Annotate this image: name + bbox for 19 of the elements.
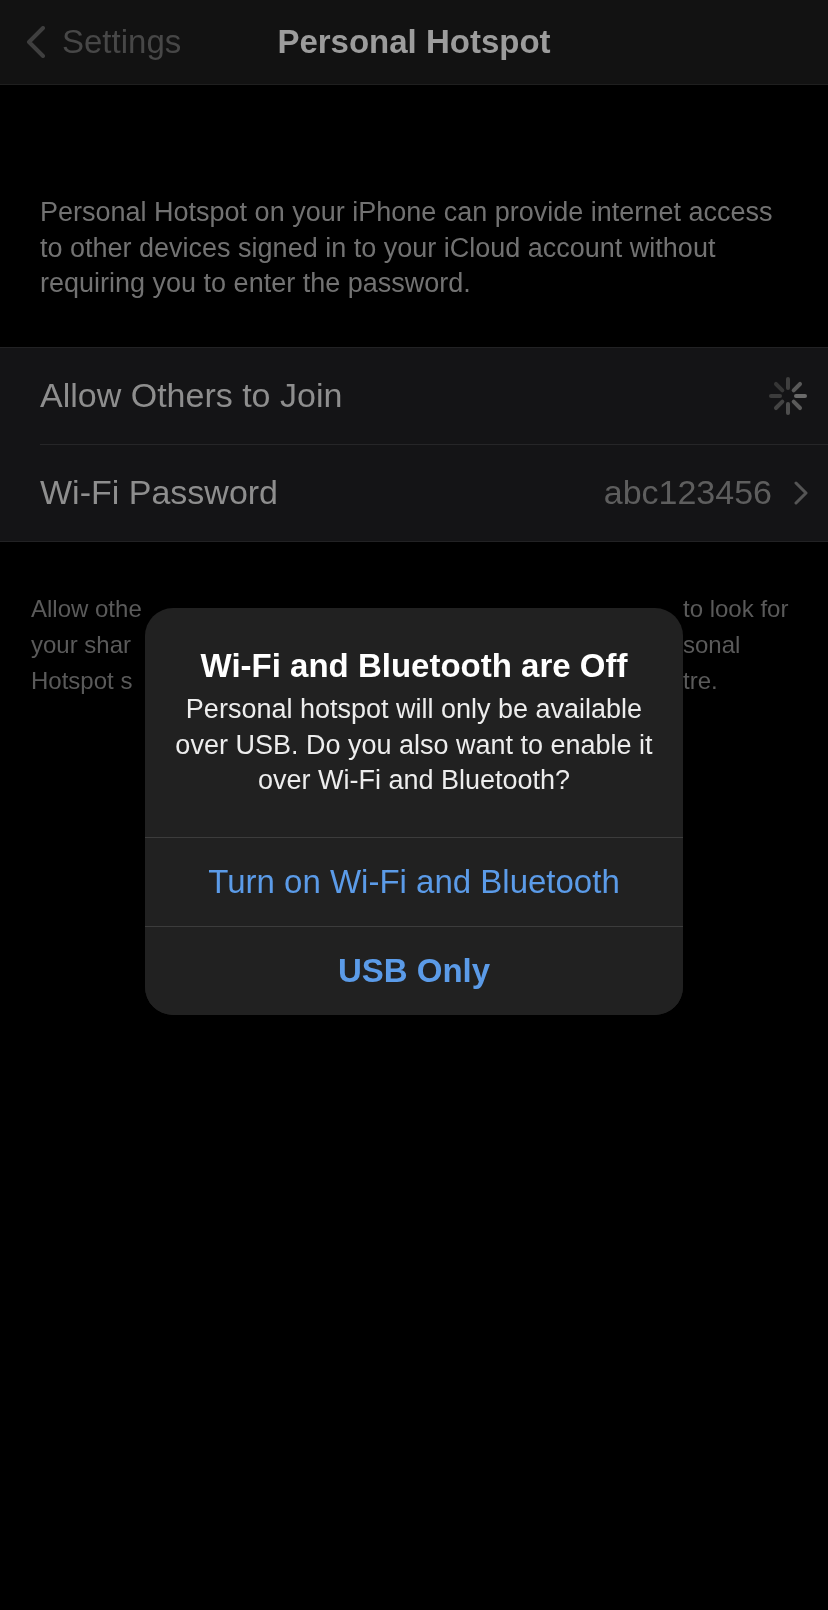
footer-text: your shar — [31, 629, 132, 660]
alert-button[interactable]: USB Only — [145, 925, 683, 1015]
loading-spinner-icon — [768, 375, 808, 416]
row-label: Allow Others to Join — [40, 376, 343, 415]
settings-row[interactable]: Wi-Fi Password abc123456 — [0, 444, 828, 541]
footer-text: Hotspot s — [31, 665, 133, 696]
back-chevron-icon — [26, 26, 46, 58]
footer-text: to look for — [683, 593, 789, 624]
alert-title: Wi-Fi and Bluetooth are Off — [199, 646, 629, 686]
password-value: abc123456 — [603, 473, 772, 512]
footer-text: sonal — [683, 629, 741, 660]
row-label: Wi-Fi Password — [40, 473, 279, 512]
settings-row[interactable]: Allow Others to Join — [0, 347, 828, 445]
chevron-right-icon — [794, 480, 808, 505]
footer-text: Allow othe — [31, 593, 142, 624]
footer-text: tre. — [683, 665, 718, 696]
description-text: Personal Hotspot on your iPhone can provide internet access to other devices signed in to your iCloud account without requiring you to enter the password. — [39, 196, 774, 300]
page-title: Personal Hotspot — [277, 23, 551, 61]
alert-message: Personal hotspot will only be available over USB. Do you also want to enable it over Wi-Fi and Bluetooth? — [174, 693, 654, 797]
